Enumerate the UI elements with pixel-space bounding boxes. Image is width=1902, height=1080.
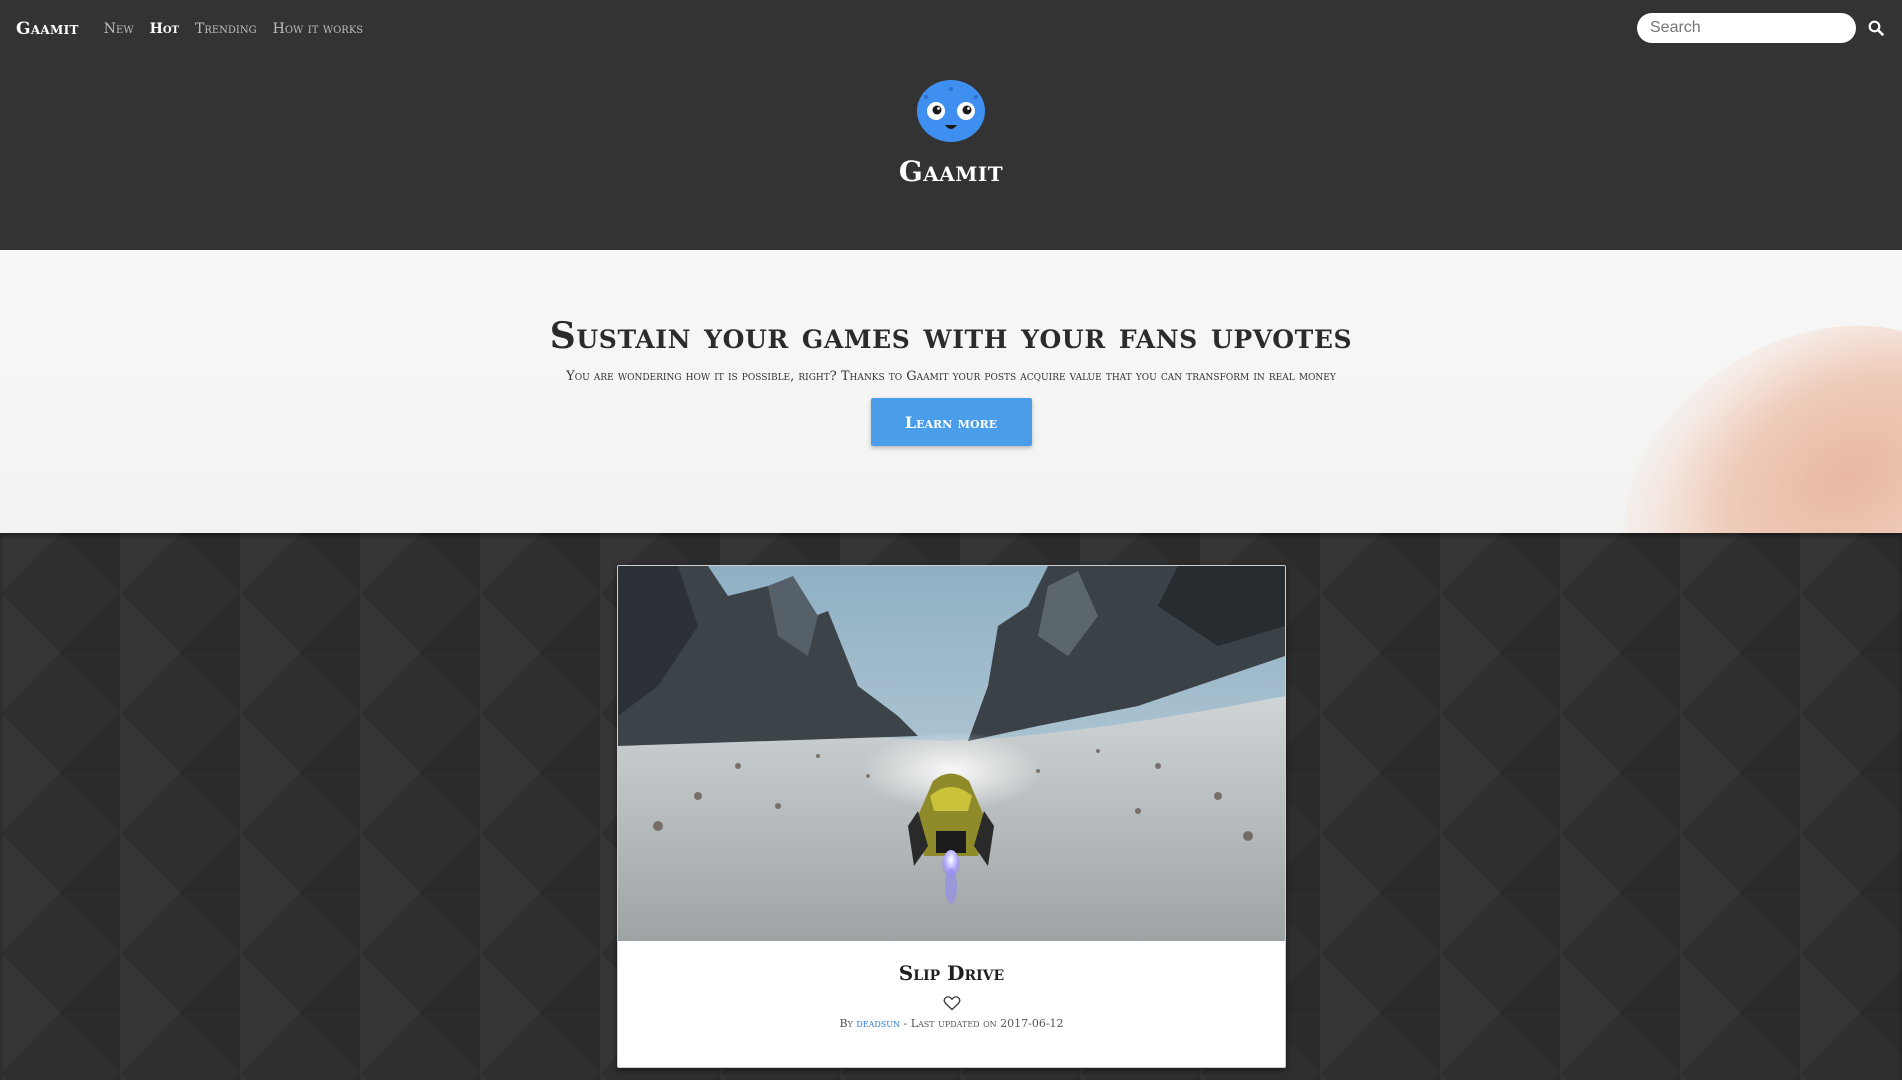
nav-link-hot[interactable]: Hot bbox=[150, 21, 179, 37]
nav-links: New Hot Trending How it works bbox=[104, 21, 363, 37]
site-title: Gaamit bbox=[898, 155, 1004, 188]
hero-subtitle: You are wondering how it is possible, ri… bbox=[566, 369, 1336, 384]
site-header: Gaamit bbox=[0, 58, 1902, 250]
search-icon[interactable] bbox=[1866, 18, 1886, 38]
nav-link-new[interactable]: New bbox=[104, 21, 134, 37]
brand-link[interactable]: Gaamit bbox=[16, 19, 79, 39]
post-card-body: Slip Drive By deadsun - Last updated on … bbox=[618, 941, 1285, 1030]
post-meta: By deadsun - Last updated on 2017-06-12 bbox=[839, 1017, 1063, 1030]
search-form bbox=[1637, 13, 1886, 43]
gaamit-mascot-logo-icon[interactable] bbox=[916, 79, 986, 143]
post-thumbnail[interactable] bbox=[618, 566, 1285, 941]
post-feed: Slip Drive By deadsun - Last updated on … bbox=[0, 533, 1902, 1080]
hero-background-image bbox=[1572, 265, 1902, 533]
post-author-link[interactable]: deadsun bbox=[856, 1017, 900, 1030]
nav-link-trending[interactable]: Trending bbox=[195, 21, 257, 37]
nav-link-how-it-works[interactable]: How it works bbox=[273, 21, 364, 37]
hero-title: Sustain your games with your fans upvote… bbox=[549, 315, 1353, 357]
post-meta-separator: - bbox=[903, 1017, 908, 1030]
post-updated-date: 2017-06-12 bbox=[1000, 1017, 1064, 1030]
hero-banner: Sustain your games with your fans upvote… bbox=[0, 250, 1902, 533]
search-input[interactable] bbox=[1637, 13, 1856, 43]
top-navbar: Gaamit New Hot Trending How it works bbox=[0, 0, 1902, 58]
learn-more-button[interactable]: Learn more bbox=[870, 398, 1032, 446]
post-updated-label: Last updated on bbox=[910, 1017, 997, 1030]
post-card[interactable]: Slip Drive By deadsun - Last updated on … bbox=[617, 565, 1286, 1068]
post-title[interactable]: Slip Drive bbox=[899, 961, 1004, 985]
heart-icon[interactable] bbox=[943, 995, 961, 1011]
post-by-label: By bbox=[839, 1017, 853, 1030]
